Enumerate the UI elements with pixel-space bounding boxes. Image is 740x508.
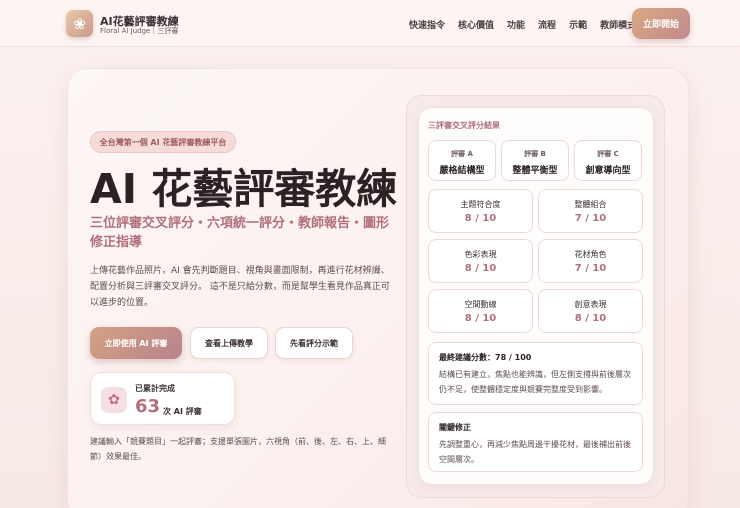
judging-counter: ✿ 已累計完成 63 次 AI 評審 bbox=[90, 372, 235, 425]
flower-logo-icon[interactable]: ❀ bbox=[66, 10, 93, 37]
score-label: 主題符合度 bbox=[460, 200, 501, 209]
key-fix-box: 關鍵修正 先調整重心，再減少焦點周邊干擾花材，最後補出前後空間層次。 bbox=[428, 412, 643, 472]
score-value: 7 / 10 bbox=[574, 263, 607, 274]
judge-card-b: 評審 B 整體平衡型 bbox=[501, 140, 569, 181]
key-fix-body: 先調整重心，再減少焦點周邊干擾花材，最後補出前後空間層次。 bbox=[439, 440, 631, 464]
score-value: 8 / 10 bbox=[464, 263, 497, 274]
upload-tutorial-button[interactable]: 查看上傳教學 bbox=[190, 327, 268, 359]
platform-badge: 全台灣第一個 AI 花藝評審教練平台 bbox=[90, 131, 236, 153]
nav-teacher-mode[interactable]: 教師模式 bbox=[600, 18, 636, 31]
nav-demo[interactable]: 示範 bbox=[569, 18, 587, 31]
score-theme: 主題符合度 8 / 10 bbox=[428, 189, 533, 233]
counter-number: 63 bbox=[135, 396, 161, 417]
judge-name: 評審 C bbox=[597, 150, 619, 158]
judge-card-c: 評審 C 創意導向型 bbox=[574, 140, 642, 181]
page-title: AI 花藝評審教練 bbox=[90, 165, 398, 213]
score-value: 8 / 10 bbox=[464, 313, 497, 324]
nav-quick-commands[interactable]: 快速指令 bbox=[409, 18, 445, 31]
nav-core-values[interactable]: 核心價值 bbox=[458, 18, 494, 31]
score-creativity: 創意表現 8 / 10 bbox=[538, 289, 643, 333]
key-fix-title: 關鍵修正 bbox=[439, 423, 471, 432]
score-label: 花材角色 bbox=[574, 250, 607, 259]
score-label: 創意表現 bbox=[574, 300, 607, 309]
hero-subtitle: 三位評審交叉評分・六項統一評分・教師報告・圖形修正指導 bbox=[90, 216, 390, 250]
score-value: 8 / 10 bbox=[464, 213, 497, 224]
score-label: 色彩表現 bbox=[464, 250, 497, 259]
judge-name: 評審 A bbox=[451, 150, 473, 158]
use-ai-judge-button[interactable]: 立即使用 AI 評審 bbox=[90, 327, 182, 359]
score-color: 色彩表現 8 / 10 bbox=[428, 239, 533, 283]
hero-description: 上傳花藝作品照片，AI 會先判斷題目、視角與畫面限制，再進行花材辨識、配置分析與… bbox=[90, 266, 390, 308]
score-label: 整體組合 bbox=[574, 200, 607, 209]
counter-label: 已累計完成 bbox=[135, 384, 175, 393]
judge-type: 嚴格結構型 bbox=[439, 166, 485, 176]
results-title: 三評審交叉評分結果 bbox=[428, 121, 500, 130]
nav-features[interactable]: 功能 bbox=[507, 18, 525, 31]
judge-card-a: 評審 A 嚴格結構型 bbox=[428, 140, 496, 181]
start-now-button[interactable]: 立即開始 bbox=[632, 8, 690, 39]
final-score-title: 最終建議分數：78 / 100 bbox=[439, 353, 532, 362]
flower-icon: ✿ bbox=[101, 387, 127, 413]
score-label: 空間動線 bbox=[464, 300, 497, 309]
score-value: 7 / 10 bbox=[574, 213, 607, 224]
final-score-body: 結構已有建立，焦點也能辨識，但左側支撐與前後層次仍不足，使整體穩定度與競賽完整度… bbox=[439, 370, 631, 394]
judge-type: 整體平衡型 bbox=[512, 166, 558, 176]
score-composition: 整體組合 7 / 10 bbox=[538, 189, 643, 233]
counter-unit: 次 AI 評審 bbox=[163, 407, 202, 416]
score-value: 8 / 10 bbox=[574, 313, 607, 324]
score-space-flow: 空間動線 8 / 10 bbox=[428, 289, 533, 333]
score-flower-roles: 花材角色 7 / 10 bbox=[538, 239, 643, 283]
top-header: ❀ AI花藝評審教練 Floral AI Judge｜三評審 快速指令 核心價值… bbox=[0, 0, 740, 47]
upload-tip: 建議輸入「競賽題目」一起評審；支援單張圖片，六視角（前、後、左、右、上、細節）效… bbox=[90, 437, 386, 461]
main-nav: 快速指令 核心價值 功能 流程 示範 教師模式 bbox=[409, 18, 649, 31]
judge-name: 評審 B bbox=[524, 150, 546, 158]
nav-process[interactable]: 流程 bbox=[538, 18, 556, 31]
judge-type: 創意導向型 bbox=[585, 166, 631, 176]
scoring-demo-button[interactable]: 先看評分示範 bbox=[275, 327, 353, 359]
final-score-box: 最終建議分數：78 / 100 結構已有建立，焦點也能辨識，但左側支撐與前後層次… bbox=[428, 342, 643, 405]
brand-subtitle: Floral AI Judge｜三評審 bbox=[100, 27, 179, 35]
